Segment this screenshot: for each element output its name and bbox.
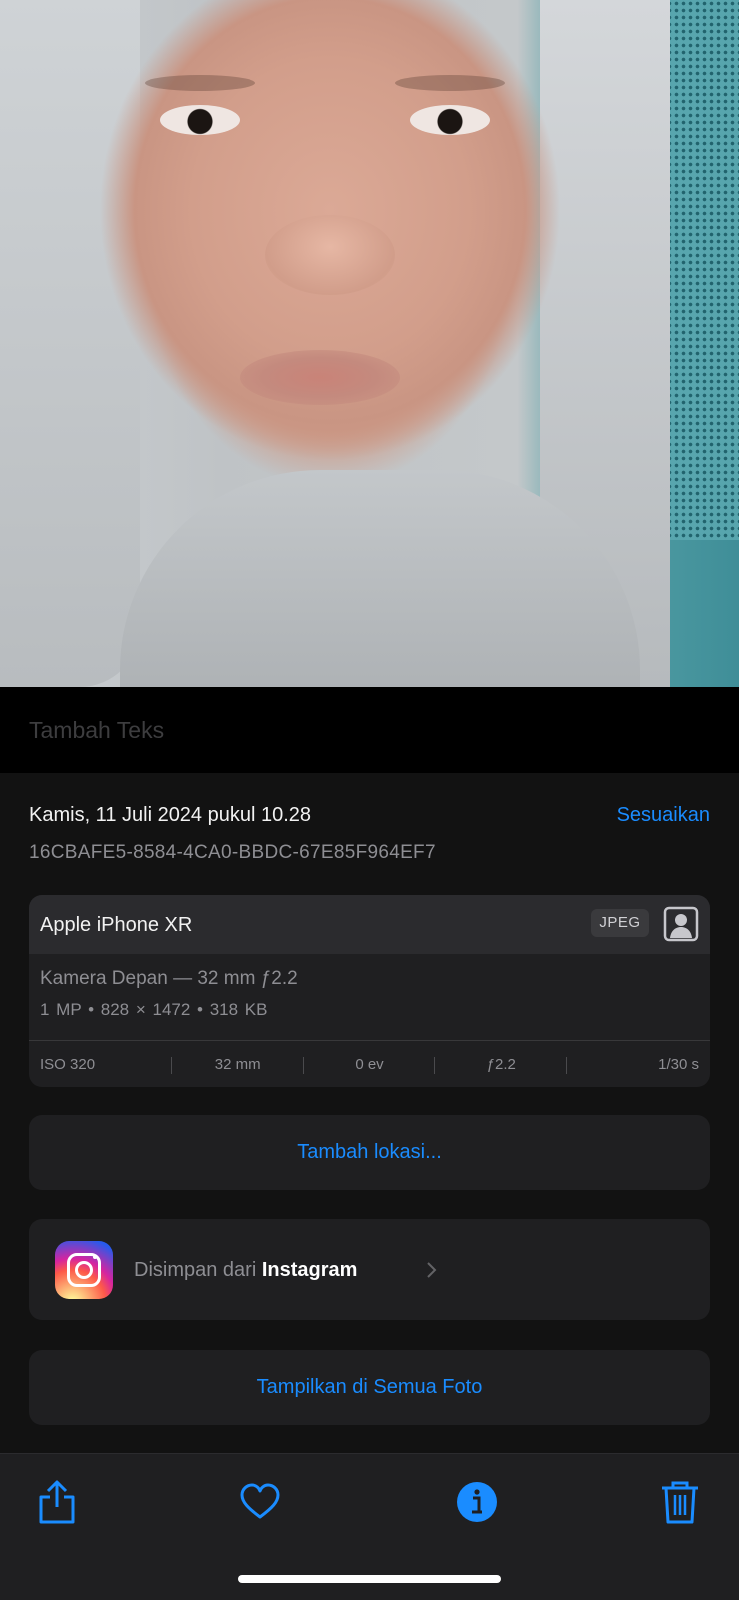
eyebrow-left xyxy=(145,75,255,91)
heart-icon[interactable] xyxy=(238,1479,282,1525)
image-specs: 1 MP • 828 × 1472 • 318 KB xyxy=(40,1000,268,1019)
info-icon[interactable] xyxy=(455,1479,499,1525)
caption-bar[interactable]: Tambah Teks xyxy=(0,687,739,773)
format-badge: JPEG xyxy=(591,909,649,937)
caption-placeholder[interactable]: Tambah Teks xyxy=(29,717,164,744)
source-app-name: Instagram xyxy=(261,1259,358,1281)
eye-left xyxy=(160,105,240,135)
share-icon[interactable] xyxy=(35,1479,79,1525)
photo-uuid: 16CBAFE5-8584-4CA0-BBDC-67E85F964EF7 xyxy=(29,842,436,863)
eye-right xyxy=(410,105,490,135)
source-prefix: Disimpan dari xyxy=(134,1259,262,1281)
source-app-row[interactable]: Disimpan dari Instagram xyxy=(29,1219,710,1320)
camera-info-card: Apple iPhone XR JPEG Kamera Depan — 32 m… xyxy=(29,895,710,1087)
exif-aperture: ƒ2.2 xyxy=(435,1056,567,1074)
camera-header: Apple iPhone XR JPEG xyxy=(29,895,710,954)
source-text: Disimpan dari Instagram xyxy=(134,1259,357,1282)
lens-info: Kamera Depan — 32 mm ƒ2.2 xyxy=(40,968,298,989)
instagram-icon xyxy=(55,1241,113,1299)
eyebrow-right xyxy=(395,75,505,91)
lips xyxy=(240,350,400,405)
show-in-all-photos-label: Tampilkan di Semua Foto xyxy=(256,1376,483,1398)
portrait-icon xyxy=(663,906,699,942)
nose xyxy=(265,215,395,295)
adjust-button[interactable]: Sesuaikan xyxy=(617,804,710,827)
info-panel: Kamis, 11 Juli 2024 pukul 10.28 Sesuaika… xyxy=(0,773,739,1453)
trash-icon[interactable] xyxy=(658,1479,702,1525)
exif-ev: 0 ev xyxy=(304,1056,436,1074)
home-indicator[interactable] xyxy=(238,1575,501,1583)
photo-view[interactable] xyxy=(0,0,739,687)
exif-shutter: 1/30 s xyxy=(658,1055,699,1073)
device-name: Apple iPhone XR xyxy=(40,914,193,936)
add-location-button[interactable]: Tambah lokasi... xyxy=(29,1115,710,1190)
photo-date: Kamis, 11 Juli 2024 pukul 10.28 xyxy=(29,804,312,826)
show-in-all-photos-button[interactable]: Tampilkan di Semua Foto xyxy=(29,1350,710,1425)
exif-focal: 32 mm xyxy=(172,1056,304,1074)
chevron-right-icon xyxy=(427,1262,437,1278)
exif-iso: ISO 320 xyxy=(29,1056,172,1074)
add-location-label: Tambah lokasi... xyxy=(297,1141,442,1163)
exif-row: ISO 320 32 mm 0 ev ƒ2.2 1/30 s xyxy=(29,1040,710,1087)
